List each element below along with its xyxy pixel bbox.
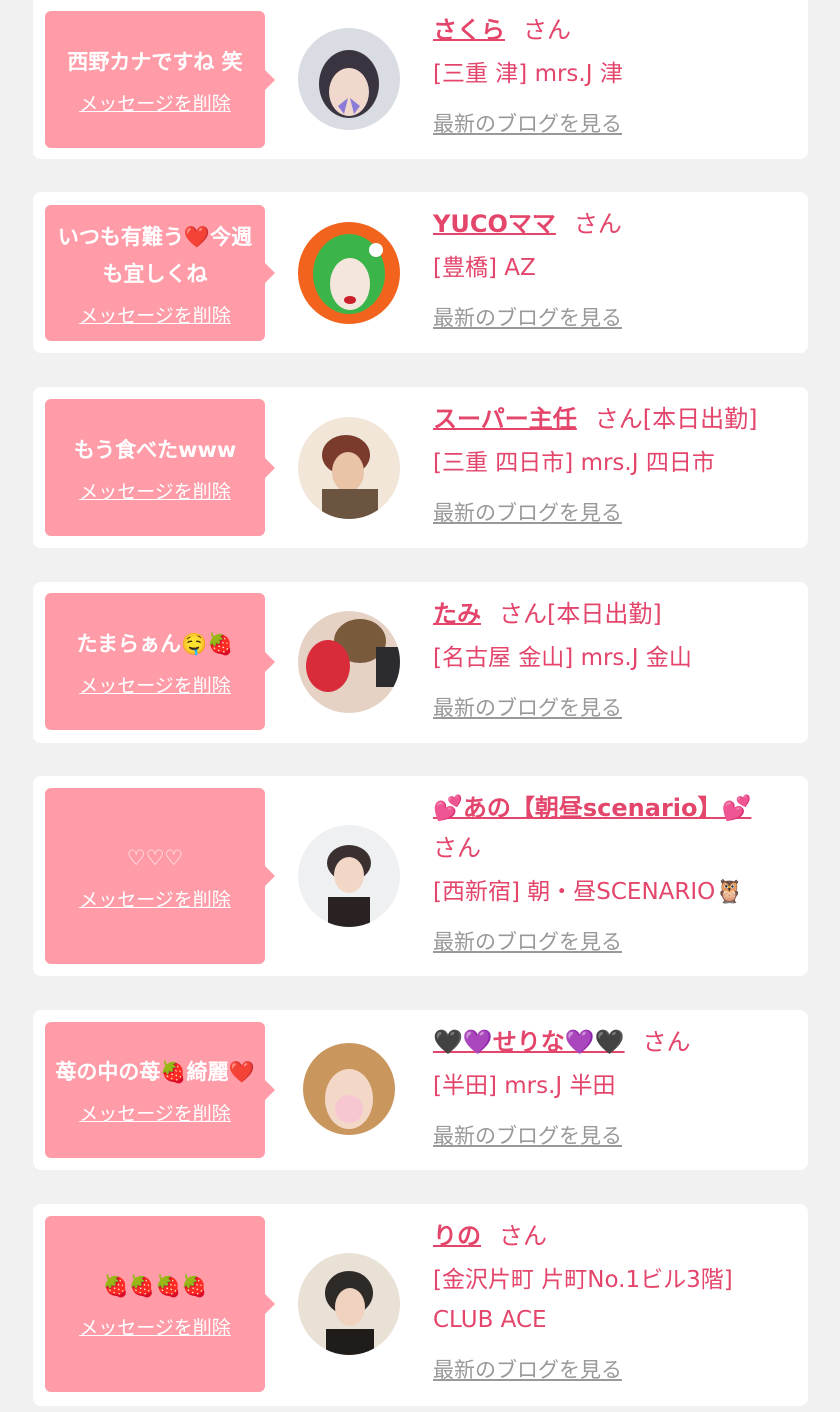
member-info: 💕あの【朝昼scenario】💕 さん [西新宿] 朝・昼SCENARIO🦉 最…: [433, 788, 788, 958]
message-card: 苺の中の苺🍓綺麗❤️ メッセージを削除 🖤💜せりな💜🖤 さん [半田] mrs.J…: [33, 1010, 808, 1170]
delete-message-link[interactable]: メッセージを削除: [79, 477, 231, 504]
avatar[interactable]: [298, 1253, 400, 1355]
delete-message-link[interactable]: メッセージを削除: [79, 301, 231, 328]
latest-blog-link[interactable]: 最新のブログを見る: [433, 497, 622, 529]
delete-message-link[interactable]: メッセージを削除: [79, 89, 231, 116]
latest-blog-link[interactable]: 最新のブログを見る: [433, 302, 622, 334]
message-bubble: 🍓🍓🍓🍓 メッセージを削除: [45, 1216, 275, 1392]
message-card: 🍓🍓🍓🍓 メッセージを削除 りの さん [金沢片町 片町No.1ビル3階] CLU…: [33, 1204, 808, 1406]
honorific: さん: [573, 210, 622, 238]
message-text: 西野カナですね 笑: [67, 49, 243, 74]
avatar-image: [298, 417, 400, 519]
avatar[interactable]: [298, 417, 400, 519]
shop-label: [三重 四日市] mrs.J 四日市: [433, 450, 715, 476]
message-bubble: ♡♡♡ メッセージを削除: [45, 788, 275, 964]
delete-message-link[interactable]: メッセージを削除: [79, 671, 231, 698]
message-text: いつも有難う❤️今週も宜しくね: [57, 224, 253, 286]
member-name-link[interactable]: 💕あの【朝昼scenario】💕: [433, 794, 751, 822]
avatar[interactable]: [298, 825, 400, 927]
avatar-image: [298, 611, 400, 713]
latest-blog-link[interactable]: 最新のブログを見る: [433, 1354, 622, 1386]
latest-blog-link[interactable]: 最新のブログを見る: [433, 1120, 622, 1152]
message-card: いつも有難う❤️今週も宜しくね メッセージを削除 YUCOママ さん [豊橋] A…: [33, 192, 808, 353]
honorific: さん[本日出勤]: [499, 600, 662, 628]
member-name-link[interactable]: りの: [433, 1222, 481, 1250]
honorific: さん: [642, 1028, 691, 1056]
message-text: もう食べたwww: [73, 437, 237, 462]
message-list: 西野カナですね 笑 メッセージを削除 さくら さん [三重 津] mrs.J 津 …: [0, 0, 840, 1412]
member-info: たみ さん[本日出勤] [名古屋 金山] mrs.J 金山 最新のブログを見る: [433, 594, 788, 724]
message-bubble: いつも有難う❤️今週も宜しくね メッセージを削除: [45, 205, 275, 341]
member-name-link[interactable]: さくら: [433, 16, 505, 44]
message-bubble: 苺の中の苺🍓綺麗❤️ メッセージを削除: [45, 1022, 275, 1158]
shop-label: [三重 津] mrs.J 津: [433, 61, 623, 87]
message-bubble: たまらぁん🤤🍓 メッセージを削除: [45, 593, 275, 730]
message-card: ♡♡♡ メッセージを削除 💕あの【朝昼scenario】💕 さん [西新宿] 朝…: [33, 776, 808, 976]
avatar[interactable]: [298, 611, 400, 713]
message-text: たまらぁん🤤🍓: [76, 631, 234, 656]
avatar-image: [298, 222, 400, 324]
avatar[interactable]: [303, 1043, 395, 1135]
delete-message-link[interactable]: メッセージを削除: [79, 1099, 231, 1126]
member-name-link[interactable]: 🖤💜せりな💜🖤: [433, 1028, 625, 1056]
shop-label: [金沢片町 片町No.1ビル3階] CLUB ACE: [433, 1267, 733, 1333]
honorific: さん: [433, 834, 481, 862]
avatar[interactable]: [298, 28, 400, 130]
message-bubble: もう食べたwww メッセージを削除: [45, 399, 275, 536]
avatar-image: [303, 1043, 395, 1135]
delete-message-link[interactable]: メッセージを削除: [79, 885, 231, 912]
member-info: YUCOママ さん [豊橋] AZ 最新のブログを見る: [433, 204, 788, 334]
member-name-link[interactable]: YUCOママ: [433, 210, 556, 238]
message-text: 苺の中の苺🍓綺麗❤️: [55, 1060, 255, 1084]
latest-blog-link[interactable]: 最新のブログを見る: [433, 926, 622, 958]
message-bubble: 西野カナですね 笑 メッセージを削除: [45, 11, 275, 148]
delete-message-link[interactable]: メッセージを削除: [79, 1313, 231, 1340]
latest-blog-link[interactable]: 最新のブログを見る: [433, 108, 622, 140]
shop-label: [豊橋] AZ: [433, 255, 536, 281]
avatar-image: [298, 825, 400, 927]
latest-blog-link[interactable]: 最新のブログを見る: [433, 692, 622, 724]
honorific: さん: [523, 16, 571, 44]
member-info: さくら さん [三重 津] mrs.J 津 最新のブログを見る: [433, 10, 788, 140]
shop-label: [西新宿] 朝・昼SCENARIO🦉: [433, 879, 744, 905]
message-card: 西野カナですね 笑 メッセージを削除 さくら さん [三重 津] mrs.J 津 …: [33, 0, 808, 159]
honorific: さん[本日出勤]: [594, 405, 758, 433]
member-info: りの さん [金沢片町 片町No.1ビル3階] CLUB ACE 最新のブログを見…: [433, 1216, 733, 1386]
avatar[interactable]: [298, 222, 400, 324]
avatar-image: [298, 28, 400, 130]
message-card: たまらぁん🤤🍓 メッセージを削除 たみ さん[本日出勤] [名古屋 金山] mrs…: [33, 582, 808, 743]
message-text: 🍓🍓🍓🍓: [102, 1274, 208, 1298]
avatar-image: [298, 1253, 400, 1355]
member-info: スーパー主任 さん[本日出勤] [三重 四日市] mrs.J 四日市 最新のブログ…: [433, 399, 788, 529]
member-info: 🖤💜せりな💜🖤 さん [半田] mrs.J 半田 最新のブログを見る: [433, 1022, 788, 1152]
message-card: もう食べたwww メッセージを削除 スーパー主任 さん[本日出勤] [三重 四日市…: [33, 387, 808, 548]
member-name-link[interactable]: スーパー主任: [433, 405, 577, 433]
shop-label: [半田] mrs.J 半田: [433, 1073, 616, 1099]
shop-label: [名古屋 金山] mrs.J 金山: [433, 645, 692, 671]
honorific: さん: [499, 1222, 547, 1250]
message-text: ♡♡♡: [126, 846, 184, 870]
member-name-link[interactable]: たみ: [433, 600, 481, 628]
